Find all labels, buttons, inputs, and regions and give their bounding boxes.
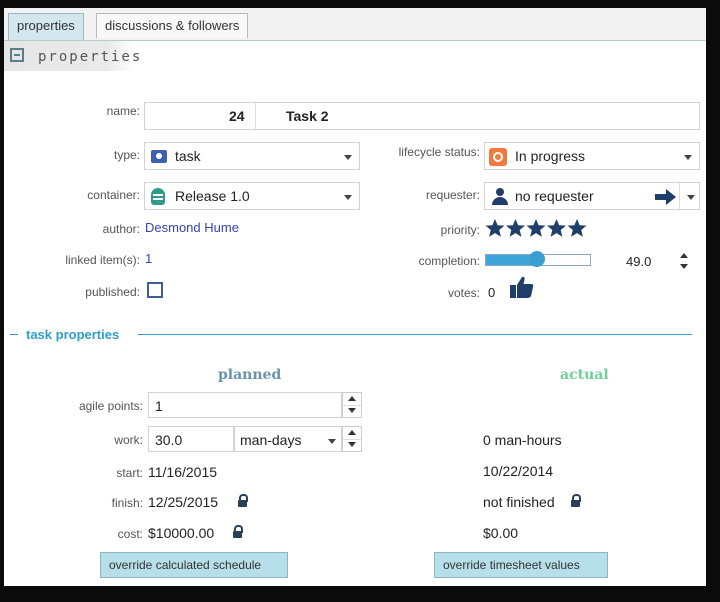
lifecycle-label: lifecycle status:: [398, 145, 480, 159]
requester-select[interactable]: no requester: [484, 182, 700, 210]
properties-panel: properties discussions & followers prope…: [4, 8, 706, 586]
task-properties-title: task properties: [26, 327, 120, 342]
work-label: work:: [114, 433, 143, 447]
agile-points-label: agile points:: [78, 399, 143, 413]
requester-label: requester:: [425, 188, 480, 202]
name-label: name:: [106, 104, 140, 118]
star-icon[interactable]: [526, 219, 546, 237]
tab-properties[interactable]: properties: [8, 13, 84, 40]
chevron-down-icon[interactable]: [679, 183, 699, 209]
type-select[interactable]: task: [144, 142, 360, 170]
section-line-right: [138, 334, 692, 335]
cost-actual: $0.00: [483, 525, 519, 541]
star-icon[interactable]: [506, 219, 525, 237]
start-planned: 11/16/2015: [148, 464, 218, 480]
completion-value: 49.0: [626, 254, 652, 269]
votes-value: 0: [488, 285, 496, 300]
completion-stepper[interactable]: [675, 250, 695, 272]
author-label: author:: [102, 222, 140, 236]
section-title: properties: [38, 49, 143, 65]
type-value: task: [175, 148, 201, 164]
priority-label: priority:: [440, 223, 480, 237]
override-timesheet-button[interactable]: override timesheet values: [434, 552, 608, 578]
completion-label: completion:: [418, 254, 480, 268]
chevron-down-icon[interactable]: [321, 427, 341, 451]
item-name-input[interactable]: Task 2: [286, 108, 329, 124]
completion-slider[interactable]: [485, 251, 591, 267]
container-select[interactable]: Release 1.0: [144, 182, 360, 210]
lock-icon: [571, 494, 581, 507]
votes-label: votes:: [447, 286, 480, 300]
work-unit-select[interactable]: man-days: [234, 426, 342, 452]
override-schedule-button[interactable]: override calculated schedule: [100, 552, 288, 578]
star-icon[interactable]: [567, 219, 587, 237]
release-icon: [151, 188, 165, 205]
cost-planned: $10000.00: [148, 525, 215, 541]
spin-down-icon[interactable]: [343, 405, 361, 417]
requester-value: no requester: [515, 188, 594, 204]
chevron-down-icon[interactable]: [337, 183, 359, 209]
work-value: 30.0: [155, 432, 183, 448]
chevron-down-icon[interactable]: [677, 143, 699, 169]
start-label: start:: [116, 466, 143, 480]
tab-discussions-followers[interactable]: discussions & followers: [96, 13, 249, 38]
type-label: type:: [113, 148, 140, 162]
completion-slider-thumb[interactable]: [528, 251, 545, 267]
work-actual: 0 man-hours: [483, 432, 562, 448]
spin-up-icon[interactable]: [675, 250, 693, 261]
task-icon: [151, 150, 167, 163]
agile-points-input[interactable]: 1: [148, 392, 342, 418]
published-checkbox[interactable]: [147, 282, 163, 298]
agile-points-value: 1: [155, 398, 163, 414]
person-icon: [492, 188, 508, 206]
section-line-left: [10, 334, 18, 335]
planned-header: planned: [218, 367, 282, 383]
priority-rating[interactable]: [484, 215, 594, 241]
collapse-icon[interactable]: [10, 48, 24, 62]
container-value: Release 1.0: [175, 188, 250, 204]
arrow-right-icon[interactable]: [655, 188, 677, 206]
work-input[interactable]: 30.0: [148, 426, 234, 452]
linked-items-link[interactable]: 1: [145, 251, 152, 266]
linked-items-label: linked item(s):: [65, 253, 140, 267]
lifecycle-value: In progress: [515, 148, 586, 164]
section-header[interactable]: properties: [4, 41, 140, 71]
item-id: 24: [229, 108, 245, 124]
lifecycle-select[interactable]: In progress: [484, 142, 700, 170]
work-stepper[interactable]: [342, 426, 362, 452]
lock-icon: [233, 525, 243, 538]
finish-label: finish:: [111, 496, 143, 510]
star-icon[interactable]: [547, 219, 566, 237]
thumbs-up-icon[interactable]: [509, 274, 535, 300]
author-link[interactable]: Desmond Hume: [145, 220, 239, 235]
actual-header: actual: [560, 367, 609, 383]
lock-icon: [238, 494, 248, 507]
spin-down-icon[interactable]: [343, 439, 361, 451]
container-label: container:: [87, 188, 140, 202]
tab-bar: properties discussions & followers: [4, 8, 706, 41]
cost-label: cost:: [117, 527, 143, 541]
status-icon: [489, 148, 507, 166]
star-icon[interactable]: [485, 219, 505, 237]
published-label: published:: [85, 285, 140, 299]
name-field[interactable]: 24 Task 2: [144, 102, 700, 130]
finish-planned: 12/25/2015: [148, 494, 219, 510]
agile-points-stepper[interactable]: [342, 392, 362, 418]
work-unit-value: man-days: [240, 432, 302, 448]
finish-actual: not finished: [483, 494, 555, 510]
chevron-down-icon[interactable]: [337, 143, 359, 169]
start-actual: 10/22/2014: [483, 463, 554, 479]
spin-down-icon[interactable]: [675, 261, 693, 272]
